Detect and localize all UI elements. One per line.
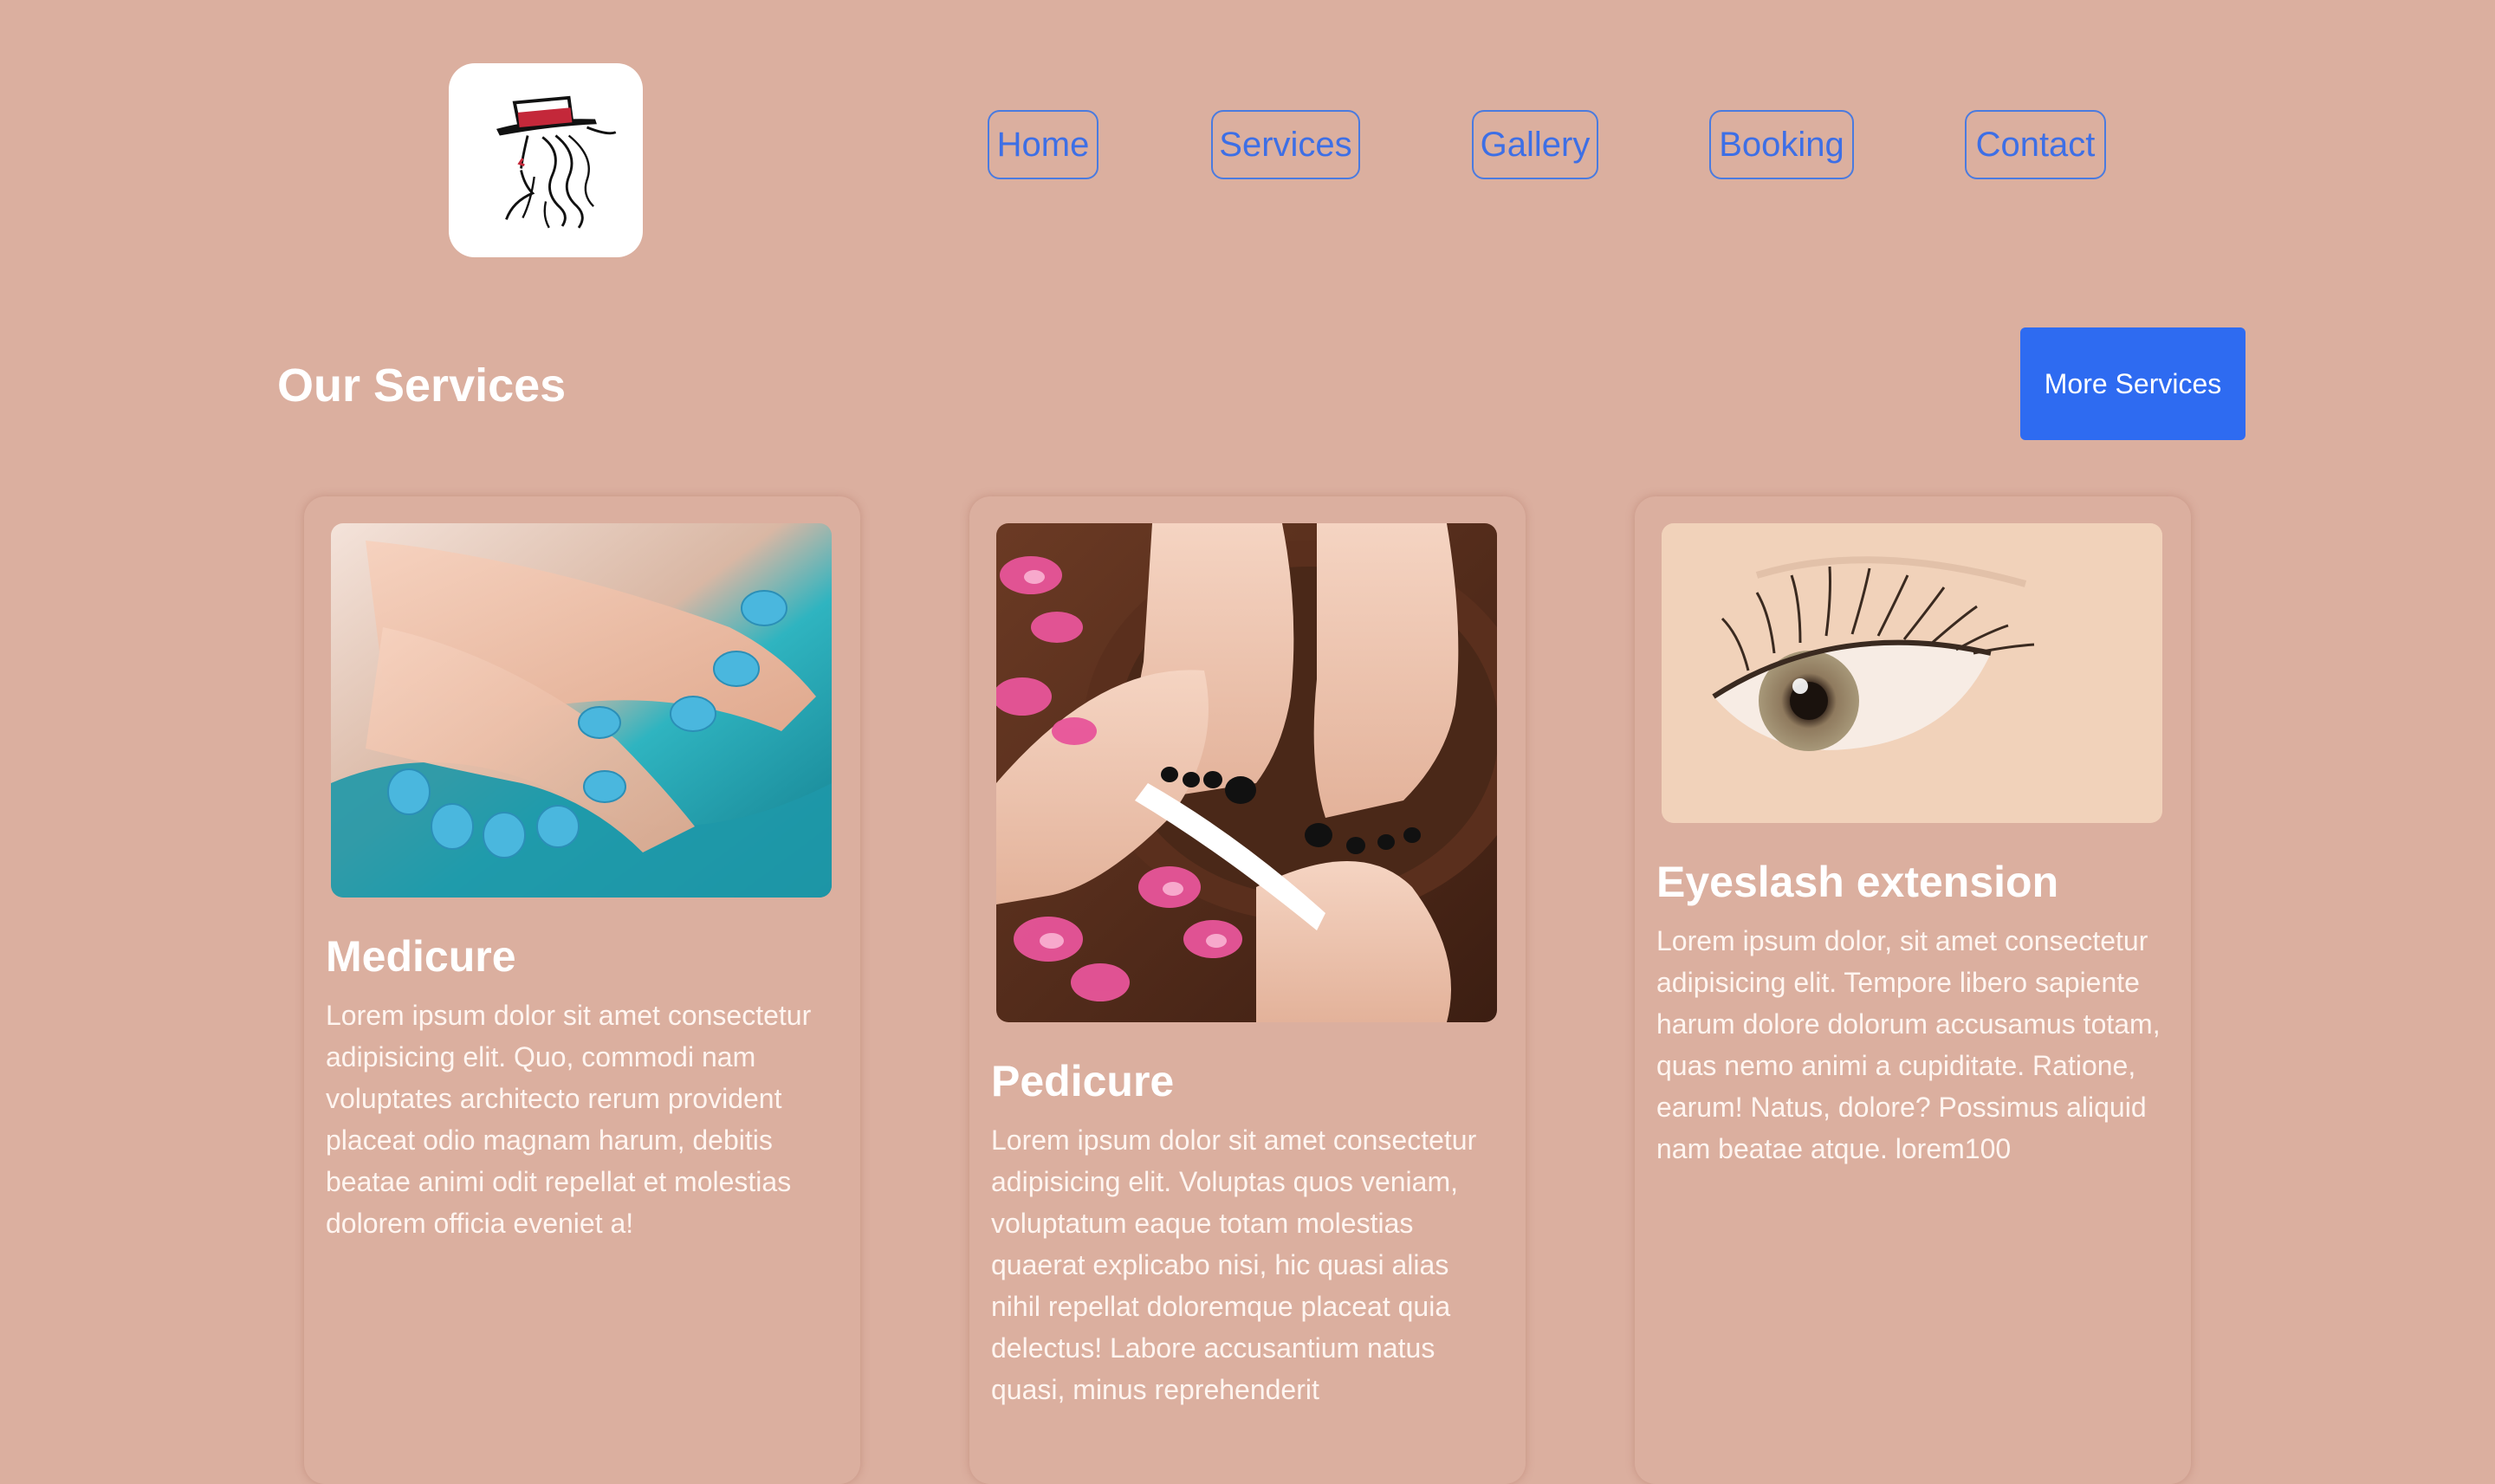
manicure-hands-image: [331, 523, 832, 898]
nav-services-link[interactable]: Services: [1211, 110, 1360, 179]
nav-booking-link[interactable]: Booking: [1709, 110, 1854, 179]
card-description: Lorem ipsum dolor sit amet consectetur a…: [991, 1124, 1477, 1405]
service-card-pedicure[interactable]: Pedicure Lorem ipsum dolor sit amet cons…: [969, 496, 1526, 1484]
nav-contact-link[interactable]: Contact: [1965, 110, 2106, 179]
service-card-eyelash[interactable]: Eyeslash extension Lorem ipsum dolor, si…: [1635, 496, 2191, 1484]
more-services-button[interactable]: More Services: [2020, 327, 2246, 440]
section-title: Our Services: [277, 360, 567, 412]
card-title: Pedicure: [991, 1057, 1175, 1105]
woman-with-hat-logo-icon: [496, 95, 617, 229]
card-description: Lorem ipsum dolor sit amet consectetur a…: [326, 1000, 812, 1239]
card-title: Eyeslash extension: [1656, 858, 2059, 906]
card-description: Lorem ipsum dolor, sit amet consectetur …: [1656, 925, 2161, 1164]
pedicure-feet-image: [996, 523, 1497, 1022]
card-title: Medicure: [326, 932, 516, 981]
nav-gallery-link[interactable]: Gallery: [1472, 110, 1598, 179]
service-card-medicure[interactable]: Medicure Lorem ipsum dolor sit amet cons…: [304, 496, 860, 1484]
nav-home-link[interactable]: Home: [988, 110, 1098, 179]
eyelash-eye-image: [1662, 523, 2162, 823]
logo[interactable]: [449, 63, 643, 257]
